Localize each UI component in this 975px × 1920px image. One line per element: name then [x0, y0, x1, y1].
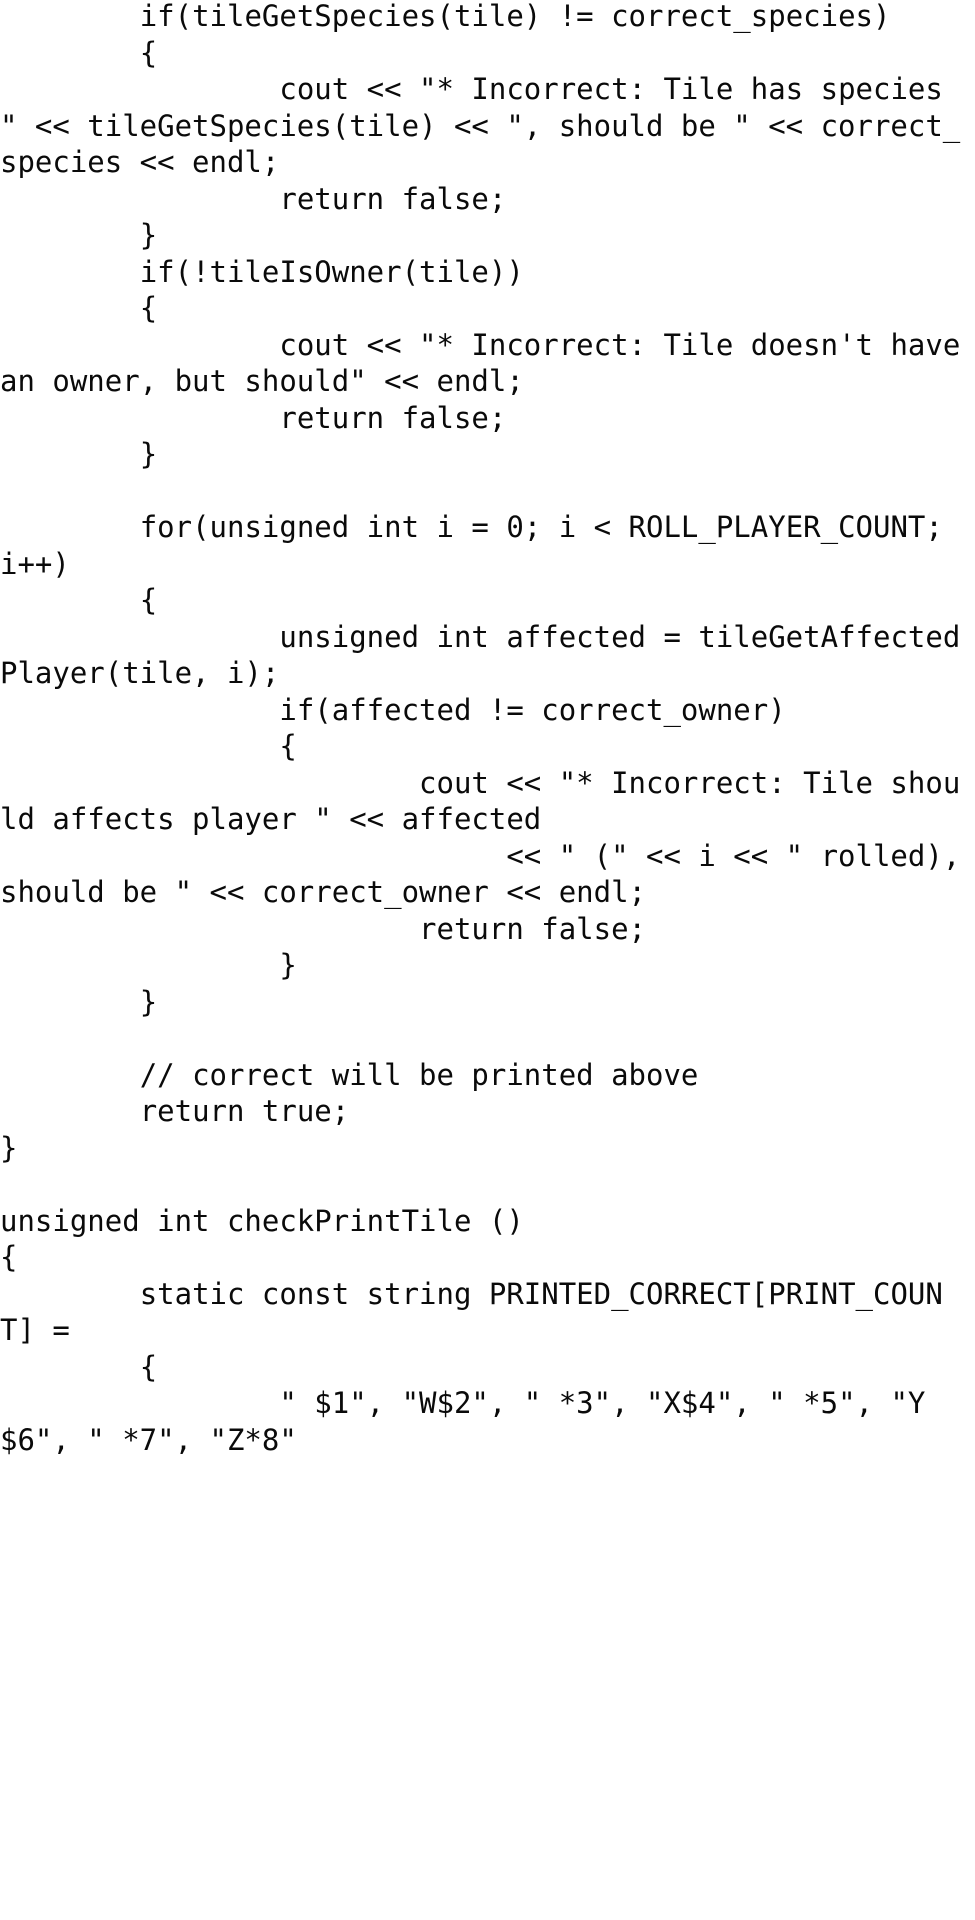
code-listing-text: if(tileGetSpecies(tile) != correct_speci…	[0, 0, 961, 1457]
code-viewer[interactable]: if(tileGetSpecies(tile) != correct_speci…	[0, 0, 975, 1920]
